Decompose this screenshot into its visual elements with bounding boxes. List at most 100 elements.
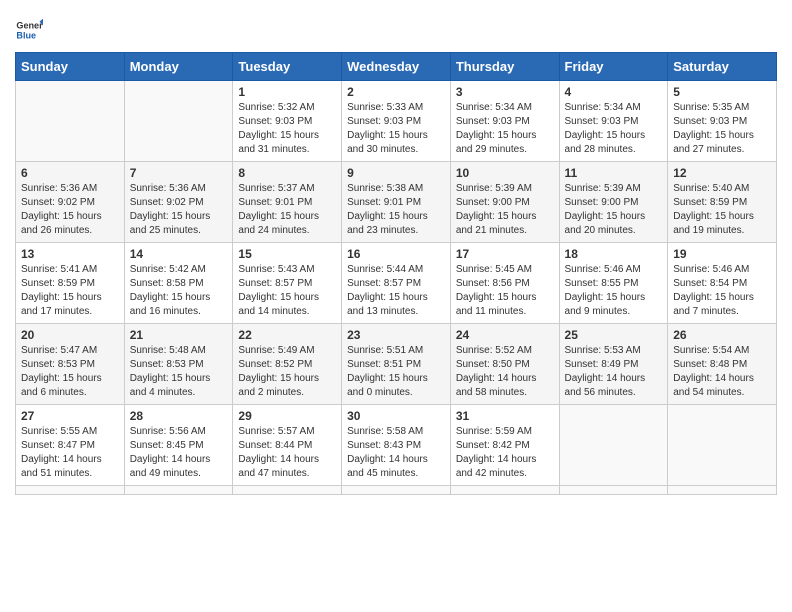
day-number: 31: [456, 409, 554, 423]
day-cell-31: 31 Sunrise: 5:59 AMSunset: 8:42 PMDayligh…: [450, 405, 559, 486]
day-cell-9: 9 Sunrise: 5:38 AMSunset: 9:01 PMDaylight…: [342, 162, 451, 243]
day-number: 6: [21, 166, 119, 180]
day-cell-10: 10 Sunrise: 5:39 AMSunset: 9:00 PMDayligh…: [450, 162, 559, 243]
day-cell-22: 22Sunrise: 5:49 AMSunset: 8:52 PMDayligh…: [233, 324, 342, 405]
day-number: 1: [238, 85, 336, 99]
day-info: Sunrise: 5:52 AMSunset: 8:50 PMDaylight:…: [456, 344, 554, 400]
day-cell-6: 6 Sunrise: 5:36 AMSunset: 9:02 PMDaylight…: [16, 162, 125, 243]
day-number: 17: [456, 247, 554, 261]
day-cell-27: 27 Sunrise: 5:55 AMSunset: 8:47 PMDayligh…: [16, 405, 125, 486]
day-number: 11: [565, 166, 663, 180]
day-number: 10: [456, 166, 554, 180]
day-number: 25: [565, 328, 663, 342]
empty-cell: [342, 486, 451, 495]
svg-text:Blue: Blue: [16, 30, 36, 40]
weekday-thursday: Thursday: [450, 53, 559, 81]
day-info: Sunrise: 5:39 AMSunset: 9:00 PMDaylight:…: [456, 182, 554, 238]
logo: General Blue: [15, 16, 43, 44]
day-number: 20: [21, 328, 119, 342]
day-number: 22: [238, 328, 336, 342]
day-number: 28: [130, 409, 228, 423]
calendar-week-row: 27 Sunrise: 5:55 AMSunset: 8:47 PMDayligh…: [16, 405, 777, 486]
day-info: Sunrise: 5:48 AMSunset: 8:53 PMDaylight:…: [130, 344, 228, 400]
day-info: Sunrise: 5:39 AMSunset: 9:00 PMDaylight:…: [565, 182, 663, 238]
day-number: 30: [347, 409, 445, 423]
empty-cell: [16, 81, 125, 162]
day-info: Sunrise: 5:55 AMSunset: 8:47 PMDaylight:…: [21, 425, 119, 481]
day-info: Sunrise: 5:35 AMSunset: 9:03 PMDaylight:…: [673, 101, 771, 157]
calendar-week-row: 13Sunrise: 5:41 AMSunset: 8:59 PMDayligh…: [16, 243, 777, 324]
day-number: 26: [673, 328, 771, 342]
day-cell-29: 29 Sunrise: 5:57 AMSunset: 8:44 PMDayligh…: [233, 405, 342, 486]
day-info: Sunrise: 5:36 AMSunset: 9:02 PMDaylight:…: [21, 182, 119, 238]
empty-cell: [16, 486, 125, 495]
day-cell-17: 17Sunrise: 5:45 AMSunset: 8:56 PMDayligh…: [450, 243, 559, 324]
day-info: Sunrise: 5:38 AMSunset: 9:01 PMDaylight:…: [347, 182, 445, 238]
day-cell-24: 24 Sunrise: 5:52 AMSunset: 8:50 PMDayligh…: [450, 324, 559, 405]
day-number: 27: [21, 409, 119, 423]
day-info: Sunrise: 5:32 AMSunset: 9:03 PMDaylight:…: [238, 101, 336, 157]
day-cell-19: 19 Sunrise: 5:46 AMSunset: 8:54 PMDayligh…: [668, 243, 777, 324]
day-info: Sunrise: 5:36 AMSunset: 9:02 PMDaylight:…: [130, 182, 228, 238]
logo-icon: General Blue: [15, 16, 43, 44]
day-cell-4: 4 Sunrise: 5:34 AMSunset: 9:03 PMDaylight…: [559, 81, 668, 162]
calendar-week-row: 20 Sunrise: 5:47 AMSunset: 8:53 PMDayligh…: [16, 324, 777, 405]
day-info: Sunrise: 5:34 AMSunset: 9:03 PMDaylight:…: [565, 101, 663, 157]
weekday-tuesday: Tuesday: [233, 53, 342, 81]
day-cell-8: 8 Sunrise: 5:37 AMSunset: 9:01 PMDaylight…: [233, 162, 342, 243]
empty-cell: [559, 486, 668, 495]
empty-cell: [668, 405, 777, 486]
day-info: Sunrise: 5:41 AMSunset: 8:59 PMDaylight:…: [21, 263, 119, 319]
day-info: Sunrise: 5:53 AMSunset: 8:49 PMDaylight:…: [565, 344, 663, 400]
day-number: 9: [347, 166, 445, 180]
weekday-saturday: Saturday: [668, 53, 777, 81]
day-info: Sunrise: 5:59 AMSunset: 8:42 PMDaylight:…: [456, 425, 554, 481]
day-info: Sunrise: 5:54 AMSunset: 8:48 PMDaylight:…: [673, 344, 771, 400]
day-number: 16: [347, 247, 445, 261]
day-cell-21: 21 Sunrise: 5:48 AMSunset: 8:53 PMDayligh…: [124, 324, 233, 405]
svg-text:General: General: [16, 21, 43, 31]
day-cell-26: 26 Sunrise: 5:54 AMSunset: 8:48 PMDayligh…: [668, 324, 777, 405]
empty-cell: [668, 486, 777, 495]
weekday-friday: Friday: [559, 53, 668, 81]
weekday-sunday: Sunday: [16, 53, 125, 81]
day-cell-1: 1 Sunrise: 5:32 AMSunset: 9:03 PMDaylight…: [233, 81, 342, 162]
day-number: 2: [347, 85, 445, 99]
empty-cell: [124, 486, 233, 495]
day-info: Sunrise: 5:47 AMSunset: 8:53 PMDaylight:…: [21, 344, 119, 400]
day-cell-18: 18Sunrise: 5:46 AMSunset: 8:55 PMDayligh…: [559, 243, 668, 324]
empty-cell: [233, 486, 342, 495]
day-info: Sunrise: 5:46 AMSunset: 8:54 PMDaylight:…: [673, 263, 771, 319]
day-number: 14: [130, 247, 228, 261]
day-cell-20: 20 Sunrise: 5:47 AMSunset: 8:53 PMDayligh…: [16, 324, 125, 405]
day-number: 12: [673, 166, 771, 180]
day-cell-12: 12Sunrise: 5:40 AMSunset: 8:59 PMDayligh…: [668, 162, 777, 243]
day-number: 3: [456, 85, 554, 99]
day-number: 19: [673, 247, 771, 261]
empty-cell: [450, 486, 559, 495]
header: General Blue: [15, 10, 777, 44]
day-cell-23: 23Sunrise: 5:51 AMSunset: 8:51 PMDayligh…: [342, 324, 451, 405]
day-number: 18: [565, 247, 663, 261]
day-info: Sunrise: 5:57 AMSunset: 8:44 PMDaylight:…: [238, 425, 336, 481]
weekday-header-row: SundayMondayTuesdayWednesdayThursdayFrid…: [16, 53, 777, 81]
day-cell-15: 15Sunrise: 5:43 AMSunset: 8:57 PMDayligh…: [233, 243, 342, 324]
day-number: 8: [238, 166, 336, 180]
day-cell-30: 30 Sunrise: 5:58 AMSunset: 8:43 PMDayligh…: [342, 405, 451, 486]
day-info: Sunrise: 5:56 AMSunset: 8:45 PMDaylight:…: [130, 425, 228, 481]
day-number: 5: [673, 85, 771, 99]
day-info: Sunrise: 5:58 AMSunset: 8:43 PMDaylight:…: [347, 425, 445, 481]
calendar-week-row: 6 Sunrise: 5:36 AMSunset: 9:02 PMDaylight…: [16, 162, 777, 243]
day-info: Sunrise: 5:34 AMSunset: 9:03 PMDaylight:…: [456, 101, 554, 157]
day-number: 29: [238, 409, 336, 423]
day-number: 4: [565, 85, 663, 99]
day-number: 7: [130, 166, 228, 180]
day-number: 21: [130, 328, 228, 342]
day-cell-28: 28 Sunrise: 5:56 AMSunset: 8:45 PMDayligh…: [124, 405, 233, 486]
day-info: Sunrise: 5:37 AMSunset: 9:01 PMDaylight:…: [238, 182, 336, 238]
day-info: Sunrise: 5:51 AMSunset: 8:51 PMDaylight:…: [347, 344, 445, 400]
calendar: SundayMondayTuesdayWednesdayThursdayFrid…: [15, 52, 777, 495]
day-number: 24: [456, 328, 554, 342]
day-info: Sunrise: 5:44 AMSunset: 8:57 PMDaylight:…: [347, 263, 445, 319]
day-cell-25: 25 Sunrise: 5:53 AMSunset: 8:49 PMDayligh…: [559, 324, 668, 405]
